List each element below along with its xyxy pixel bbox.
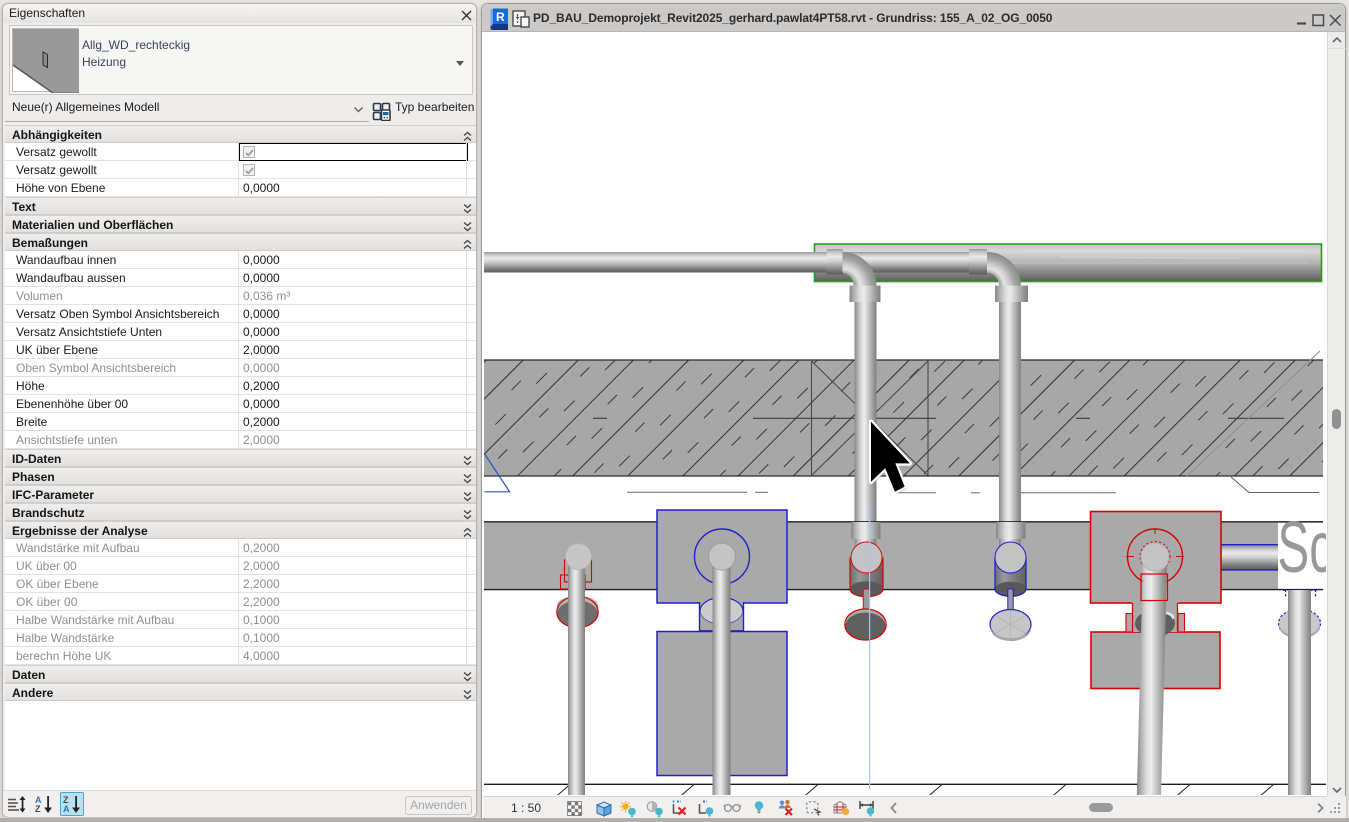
svg-text:R: R (496, 10, 505, 24)
svg-text:Z: Z (35, 804, 41, 814)
svg-text:Sc: Sc (1278, 507, 1327, 587)
svg-text:A: A (63, 804, 70, 814)
